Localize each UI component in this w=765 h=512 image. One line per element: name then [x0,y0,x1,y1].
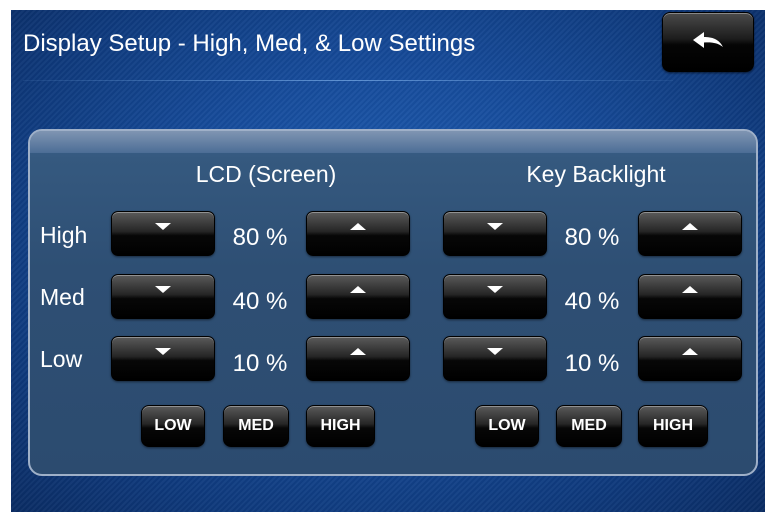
row-label-med: Med [40,284,85,310]
up-arrow-icon [350,286,366,293]
backlight-low-value: 10 [552,350,632,378]
backlight-preset-low-button[interactable]: LOW [475,405,539,447]
settings-panel: LCD (Screen) Key Backlight High 80 80 Me… [28,129,758,476]
backlight-section-title: Key Backlight [526,161,666,187]
down-arrow-icon [487,348,503,355]
backlight-preset-high-button[interactable]: HIGH [638,405,708,447]
backlight-high-value: 80 [552,224,632,252]
lcd-high-increase-button[interactable] [306,211,410,256]
lcd-section-title: LCD (Screen) [195,161,337,187]
title-divider [23,80,673,81]
back-arrow-icon [693,32,723,48]
backlight-med-increase-button[interactable] [638,274,742,319]
lcd-high-value: 80 [220,224,300,252]
backlight-low-decrease-button[interactable] [443,336,547,381]
down-arrow-icon [155,286,171,293]
down-arrow-icon [155,348,171,355]
backlight-high-decrease-button[interactable] [443,211,547,256]
backlight-med-decrease-button[interactable] [443,274,547,319]
lcd-med-value: 40 [220,288,300,316]
backlight-high-increase-button[interactable] [638,211,742,256]
down-arrow-icon [487,223,503,230]
back-button[interactable] [662,12,754,72]
row-label-low: Low [40,346,83,372]
lcd-med-decrease-button[interactable] [111,274,215,319]
up-arrow-icon [682,223,698,230]
lcd-low-decrease-button[interactable] [111,336,215,381]
lcd-low-value: 10 [220,350,300,378]
up-arrow-icon [682,286,698,293]
lcd-high-decrease-button[interactable] [111,211,215,256]
display-setup-screen: Display Setup - High, Med, & Low Setting… [11,10,765,512]
backlight-low-increase-button[interactable] [638,336,742,381]
backlight-med-value: 40 [552,288,632,316]
down-arrow-icon [487,286,503,293]
down-arrow-icon [155,223,171,230]
page-title: Display Setup - High, Med, & Low Setting… [23,30,476,57]
lcd-preset-high-button[interactable]: HIGH [306,405,375,447]
lcd-preset-low-button[interactable]: LOW [141,405,205,447]
up-arrow-icon [350,223,366,230]
lcd-low-increase-button[interactable] [306,336,410,381]
backlight-preset-med-button[interactable]: MED [556,405,622,447]
up-arrow-icon [350,348,366,355]
up-arrow-icon [682,348,698,355]
panel-header-band [30,131,756,153]
lcd-preset-med-button[interactable]: MED [223,405,289,447]
row-label-high: High [40,222,88,248]
lcd-med-increase-button[interactable] [306,274,410,319]
